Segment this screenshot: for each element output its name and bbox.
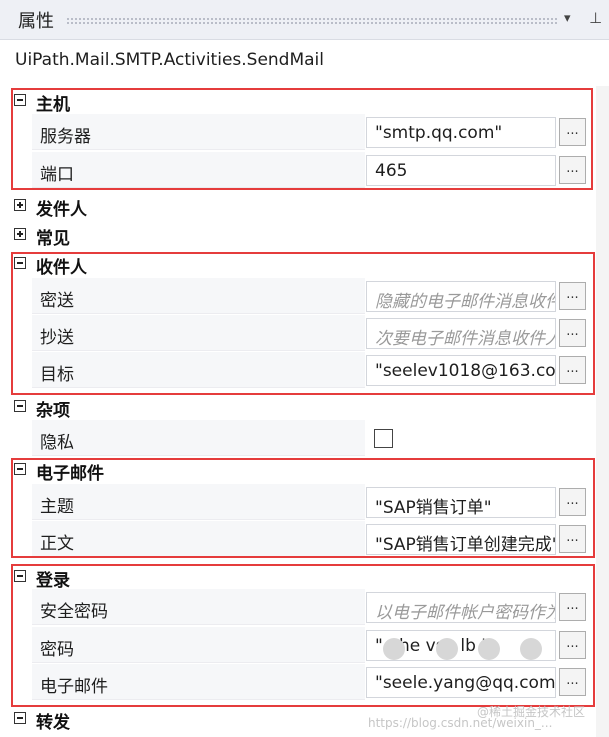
property-name: 主题 (40, 497, 74, 517)
property-name: 正文 (40, 534, 74, 554)
property-row-email: 电子邮件 "seele.yang@qq.com" ... (32, 664, 592, 701)
privacy-blur (436, 638, 458, 660)
category-sender[interactable]: 发件人 (0, 191, 609, 221)
ellipsis-button[interactable]: ... (559, 668, 586, 696)
collapse-icon[interactable] (14, 257, 26, 269)
ellipsis-button[interactable]: ... (559, 156, 586, 184)
category-label: 登录 (36, 571, 70, 591)
category-misc[interactable]: 杂项 (0, 392, 609, 422)
email-value-field[interactable]: "seele.yang@qq.com" (366, 667, 556, 698)
ellipsis-button[interactable]: ... (559, 118, 586, 146)
activity-type-name: UiPath.Mail.SMTP.Activities.SendMail (15, 50, 325, 70)
cc-value-field[interactable]: 次要电子邮件消息收件人 (366, 318, 556, 349)
property-name: 隐私 (40, 433, 74, 453)
category-label: 发件人 (36, 200, 87, 220)
property-name: 抄送 (40, 328, 74, 348)
property-row-to: 目标 "seelev1018@163.com" ... (32, 352, 592, 389)
property-name: 服务器 (40, 127, 91, 147)
property-row-cc: 抄送 次要电子邮件消息收件人 ... (32, 315, 592, 352)
collapse-icon[interactable] (14, 94, 26, 106)
subject-value-field[interactable]: "SAP销售订单" (366, 487, 556, 518)
ellipsis-button[interactable]: ... (559, 356, 586, 384)
property-name: 端口 (40, 165, 74, 185)
collapse-icon[interactable] (14, 400, 26, 412)
property-row-password: 密码 " uhe vsa lb " ... (32, 627, 592, 664)
ellipsis-button[interactable]: ... (559, 593, 586, 621)
drag-grip[interactable] (66, 17, 558, 25)
property-row-port: 端口 465 ... (32, 152, 592, 189)
category-label: 电子邮件 (36, 464, 104, 484)
chevron-down-icon[interactable]: ▾ (564, 11, 571, 26)
category-common[interactable]: 常见 (0, 220, 609, 250)
property-name: 目标 (40, 365, 74, 385)
collapse-icon[interactable] (14, 463, 26, 475)
category-recipient[interactable]: 收件人 (0, 249, 609, 279)
collapse-icon[interactable] (14, 570, 26, 582)
category-label: 主机 (36, 95, 70, 115)
property-name: 密码 (40, 640, 74, 660)
watermark-line-2: https://blog.csdn.net/weixin_... (368, 716, 553, 730)
vertical-scrollbar[interactable] (596, 86, 609, 737)
property-row-secure-password: 安全密码 以电子邮件帐户密码作为安全字符串 ... (32, 589, 592, 626)
property-name: 密送 (40, 291, 74, 311)
category-email[interactable]: 电子邮件 (0, 455, 609, 485)
secure-password-value-field[interactable]: 以电子邮件帐户密码作为安全字符串 (366, 592, 556, 623)
privacy-blur (520, 638, 542, 660)
privacy-blur (478, 638, 500, 660)
property-name: 电子邮件 (40, 677, 108, 697)
body-value-field[interactable]: "SAP销售订单创建完成" (366, 524, 556, 555)
panel-title: 属性 (18, 11, 54, 32)
property-row-subject: 主题 "SAP销售订单" ... (32, 484, 592, 521)
category-host[interactable]: 主机 (0, 86, 609, 116)
category-login[interactable]: 登录 (0, 562, 609, 592)
ellipsis-button[interactable]: ... (559, 631, 586, 659)
collapse-icon[interactable] (14, 712, 26, 724)
ellipsis-button[interactable]: ... (559, 282, 586, 310)
property-row-bcc: 密送 隐藏的电子邮件消息收件人 ... (32, 278, 592, 315)
property-row-private: 隐私 (32, 420, 592, 457)
expand-icon[interactable] (14, 228, 26, 240)
category-label: 杂项 (36, 401, 70, 421)
category-label: 收件人 (36, 258, 87, 278)
pin-icon[interactable]: ⊥ (589, 9, 602, 27)
ellipsis-button[interactable]: ... (559, 525, 586, 553)
panel-title-bar: 属性 ▾ ⊥ (0, 0, 609, 40)
ellipsis-button[interactable]: ... (559, 319, 586, 347)
server-value-field[interactable]: "smtp.qq.com" (366, 117, 556, 148)
category-label: 常见 (36, 229, 70, 249)
private-checkbox[interactable] (374, 429, 393, 448)
property-row-server: 服务器 "smtp.qq.com" ... (32, 114, 592, 151)
privacy-blur (383, 638, 405, 660)
property-name: 安全密码 (40, 602, 108, 622)
port-value-field[interactable]: 465 (366, 155, 556, 186)
property-row-body: 正文 "SAP销售订单创建完成" ... (32, 521, 592, 558)
to-value-field[interactable]: "seelev1018@163.com" (366, 355, 556, 386)
category-label: 转发 (36, 713, 70, 733)
expand-icon[interactable] (14, 199, 26, 211)
ellipsis-button[interactable]: ... (559, 488, 586, 516)
bcc-value-field[interactable]: 隐藏的电子邮件消息收件人 (366, 281, 556, 312)
